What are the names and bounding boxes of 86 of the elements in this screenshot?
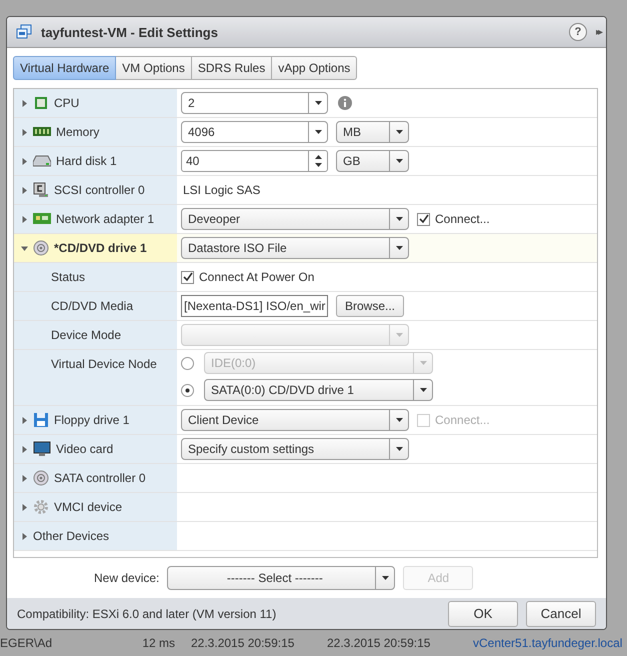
caret-icon: [396, 246, 402, 250]
caret-icon: [314, 101, 322, 105]
caret-icon: [396, 418, 402, 422]
value-dropdown[interactable]: 2: [181, 92, 328, 114]
expand-arrow-icon[interactable]: [21, 504, 28, 510]
collapse-button[interactable]: ▸▸: [596, 26, 600, 38]
caret-icon: [396, 217, 402, 221]
device-label: VMCI device: [54, 500, 122, 514]
expand-arrow-icon[interactable]: [21, 158, 28, 164]
vm-icon: [16, 24, 32, 40]
setting-label: Status: [51, 270, 86, 284]
caret-icon: [382, 576, 389, 580]
device-node-dropdown[interactable]: SATA(0:0) CD/DVD drive 1: [204, 379, 433, 401]
unit-dropdown[interactable]: GB: [336, 150, 409, 172]
device-label: CPU: [54, 96, 80, 110]
setting-label: Device Mode: [51, 328, 122, 342]
unit-dropdown[interactable]: MB: [336, 121, 409, 143]
controller-icon: [33, 182, 49, 198]
tab[interactable]: SDRS Rules: [192, 56, 272, 80]
monitor-icon: [33, 441, 51, 457]
background-table-cell-text: vCenter51.tayfundeger.local: [473, 636, 622, 652]
controller-type: LSI Logic SAS: [182, 183, 260, 197]
dropdown[interactable]: Specify custom settings: [181, 438, 409, 460]
checkbox-label: Connect At Power On: [199, 270, 314, 284]
caret-icon: [396, 333, 402, 337]
device-label: Network adapter 1: [56, 212, 154, 226]
checkbox-label: Connect...: [435, 413, 490, 427]
ok-button[interactable]: OK: [448, 600, 518, 626]
number-spinner[interactable]: 40: [181, 150, 328, 172]
checkbox[interactable]: [417, 212, 430, 226]
caret-icon: [396, 130, 402, 134]
chip-icon: [33, 95, 49, 111]
device-label: Other Devices: [33, 529, 110, 543]
memory-icon: [33, 126, 51, 138]
expand-arrow-icon[interactable]: [21, 532, 28, 540]
device-label: Video card: [56, 442, 114, 456]
dropdown[interactable]: Datastore ISO File: [181, 237, 409, 259]
caret-icon: [420, 388, 426, 392]
device-label: *CD/DVD drive 1: [54, 241, 147, 255]
device-label: SCSI controller 0: [54, 183, 145, 197]
expand-arrow-icon[interactable]: [21, 216, 28, 222]
tab[interactable]: vApp Options: [272, 56, 358, 80]
dropdown[interactable]: Client Device: [181, 409, 409, 431]
expand-arrow-icon[interactable]: [21, 446, 28, 452]
expand-arrow-icon[interactable]: [21, 416, 28, 424]
expand-arrow-icon[interactable]: [21, 474, 28, 482]
checkbox-label: Connect...: [435, 212, 490, 226]
browse-button[interactable]: Browse...: [336, 295, 404, 317]
checkbox[interactable]: [181, 270, 194, 284]
caret-icon: [420, 361, 426, 365]
device-label: Memory: [56, 125, 100, 139]
background-table-cell-text: 12 ms: [141, 636, 176, 652]
device-label: Floppy drive 1: [54, 413, 130, 427]
info-icon[interactable]: [338, 96, 352, 110]
caret-icon: [396, 447, 402, 451]
collapse-arrow-icon[interactable]: [21, 244, 28, 252]
background-table-cell-text: 22.3.2015 20:59:15: [327, 636, 432, 652]
tab[interactable]: VM Options: [116, 56, 192, 80]
tab[interactable]: Virtual Hardware: [13, 56, 116, 80]
new-device-label: New device:: [94, 571, 160, 585]
gear-icon: [33, 499, 49, 515]
media-path-field[interactable]: [Nexenta-DS1] ISO/en_wir: [181, 295, 328, 317]
device-label: SATA controller 0: [54, 471, 146, 485]
background-table-cell-text: 22.3.2015 20:59:15: [191, 636, 296, 652]
expand-arrow-icon[interactable]: [21, 128, 28, 136]
value-dropdown[interactable]: 4096: [181, 121, 328, 143]
caret-icon: [396, 159, 402, 163]
radio-button[interactable]: [181, 356, 194, 370]
expand-arrow-icon[interactable]: [21, 186, 28, 194]
compatibility-text: Compatibility: ESXi 6.0 and later (VM version 11): [17, 606, 278, 620]
disc-icon: [33, 240, 49, 256]
cancel-button[interactable]: Cancel: [526, 600, 596, 626]
network-card-icon: [33, 212, 51, 226]
background-table-cell-text: EGER\Ad: [0, 636, 54, 652]
radio-button[interactable]: [181, 384, 194, 396]
spin-arrows-icon[interactable]: [314, 154, 322, 168]
disc-icon: [33, 470, 49, 486]
new-device-dropdown[interactable]: ------- Select -------: [167, 566, 396, 590]
setting-label: CD/DVD Media: [51, 299, 134, 313]
window-title: tayfuntest-VM - Edit Settings: [41, 24, 219, 40]
help-button[interactable]: ?: [569, 23, 587, 41]
caret-icon: [314, 130, 322, 134]
dropdown[interactable]: Deveoper: [181, 208, 409, 230]
device-label: Hard disk 1: [56, 154, 117, 168]
expand-arrow-icon[interactable]: [21, 100, 28, 106]
setting-label: Virtual Device Node: [51, 357, 157, 371]
